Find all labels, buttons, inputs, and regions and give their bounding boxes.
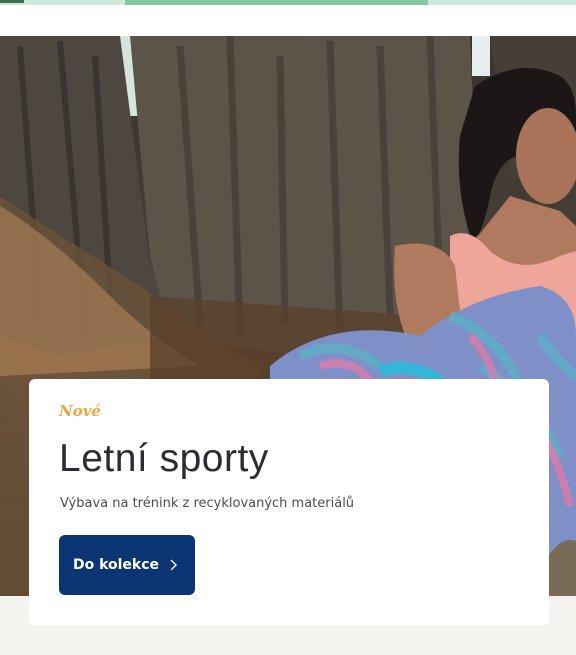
top-navigation-strip (0, 0, 576, 36)
chevron-right-icon (167, 558, 181, 572)
cta-label: Do kolekce (72, 557, 160, 573)
top-accent-highlight (125, 0, 428, 5)
go-to-collection-button[interactable]: Do kolekce (59, 535, 195, 595)
promo-card: Nové Letní sporty Výbava na trénink z re… (29, 379, 549, 625)
promo-title: Letní sporty (59, 437, 269, 480)
promo-subtitle: Výbava na trénink z recyklovaných materi… (60, 496, 355, 511)
top-accent-nub (0, 0, 24, 3)
new-badge: Nové (59, 402, 101, 420)
sky-gap-right (472, 36, 490, 76)
